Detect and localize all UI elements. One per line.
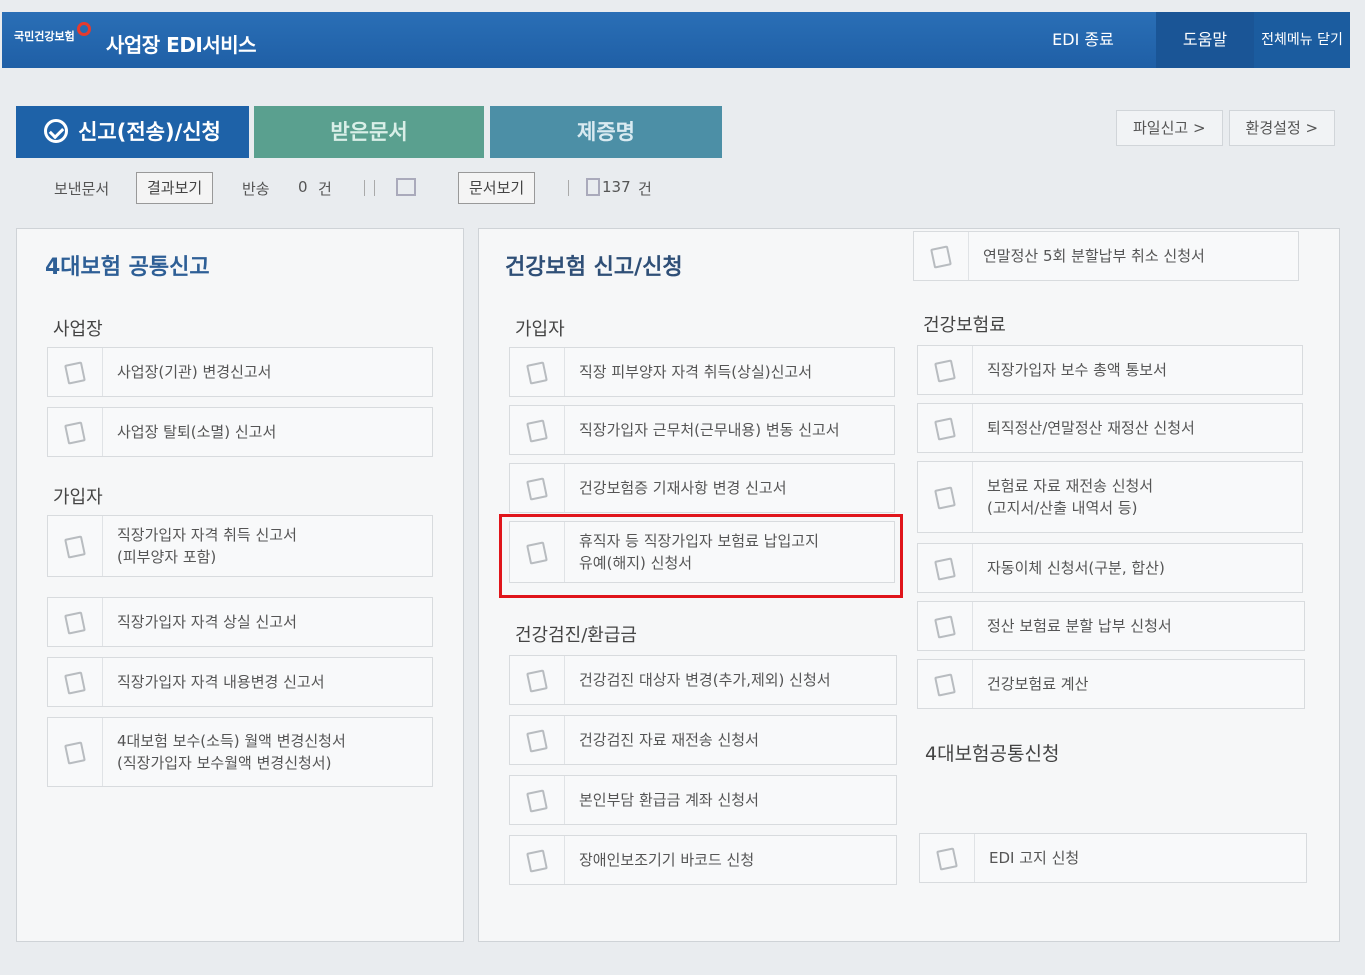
list-item[interactable]: 직장가입자 보수 총액 통보서 <box>917 345 1303 395</box>
logo-text: 국민건강보험 <box>14 30 75 43</box>
document-icon <box>510 464 565 512</box>
group-label-premium: 건강보험료 <box>923 315 1006 336</box>
list-item[interactable]: 건강검진 자료 재전송 신청서 <box>509 715 897 765</box>
document-icon <box>510 836 565 884</box>
document-icon <box>914 232 969 280</box>
document-icon <box>48 348 103 396</box>
document-icon <box>510 716 565 764</box>
list-item[interactable]: 사업장(기관) 변경신고서 <box>47 347 433 397</box>
doc-count: 137 <box>602 178 631 196</box>
list-item[interactable]: 자동이체 신청서(구분, 합산) <box>917 543 1303 593</box>
top-bar: 국민건강보험 사업장 EDI서비스 EDI 종료 도움말 전체메뉴 닫기 <box>2 12 1350 68</box>
common-report-panel: 4대보험 공통신고 사업장 사업장(기관) 변경신고서 사업장 탈퇴(소멸) 신… <box>16 228 464 942</box>
document-icon <box>48 408 103 456</box>
view-docs-button[interactable]: 문서보기 <box>458 172 536 204</box>
doc-unit: 건 <box>638 180 652 198</box>
group-label-common: 4대보험공통신청 <box>925 743 1060 765</box>
edi-exit-button[interactable]: EDI 종료 <box>1010 12 1156 68</box>
group-label-checkup: 건강검진/환급금 <box>515 625 637 646</box>
document-icon <box>918 404 973 452</box>
document-icon <box>920 834 975 882</box>
list-item[interactable]: 정산 보험료 분할 납부 신청서 <box>917 601 1305 651</box>
panel-title: 건강보험 신고/신청 <box>505 255 683 280</box>
list-item[interactable]: 사업장 탈퇴(소멸) 신고서 <box>47 407 433 457</box>
utility-links: 파일신고 > 환경설정 > <box>1110 110 1336 146</box>
group-label-workplace: 사업장 <box>53 319 103 340</box>
logo: 국민건강보험 <box>14 22 91 44</box>
tab-submit[interactable]: 신고(전송)/신청 <box>16 106 249 158</box>
document-icon <box>918 346 973 394</box>
document-icon <box>48 516 103 576</box>
document-icon <box>510 776 565 824</box>
highlight-box <box>499 514 903 598</box>
document-icon <box>510 406 565 454</box>
list-item[interactable]: 퇴직정산/연말정산 재정산 신청서 <box>917 403 1303 453</box>
returned-unit: 건 <box>318 180 332 198</box>
list-item[interactable]: 본인부담 환급금 계좌 신청서 <box>509 775 897 825</box>
divider <box>374 180 375 196</box>
tab-submit-label: 신고(전송)/신청 <box>78 120 221 144</box>
list-item[interactable]: 직장가입자 자격 내용변경 신고서 <box>47 657 433 707</box>
list-item[interactable]: 연말정산 5회 분할납부 취소 신청서 <box>913 231 1299 281</box>
document-icon <box>586 178 600 196</box>
document-icon <box>48 718 103 786</box>
group-label-subscriber: 가입자 <box>515 319 565 340</box>
tab-received[interactable]: 받은문서 <box>254 106 484 158</box>
view-results-button[interactable]: 결과보기 <box>136 172 214 204</box>
document-icon <box>48 598 103 646</box>
file-report-link[interactable]: 파일신고 > <box>1116 110 1223 146</box>
divider <box>364 180 365 196</box>
settings-link[interactable]: 환경설정 > <box>1228 110 1336 146</box>
sent-docs-label: 보낸문서 <box>54 180 110 198</box>
returned-count: 0 <box>298 178 308 196</box>
check-circle-icon <box>44 119 69 143</box>
list-item[interactable]: EDI 고지 신청 <box>919 833 1307 883</box>
document-icon <box>48 658 103 706</box>
list-item[interactable]: 직장가입자 근무처(근무내용) 변동 신고서 <box>509 405 895 455</box>
divider <box>568 180 569 196</box>
document-icon <box>510 656 565 704</box>
list-item[interactable]: 건강보험료 계산 <box>917 659 1305 709</box>
help-button[interactable]: 도움말 <box>1156 12 1254 68</box>
toolbar: 보낸문서 결과보기 반송 0 건 문서보기 137 건 <box>16 168 1346 208</box>
list-item[interactable]: 장애인보조기기 바코드 신청 <box>509 835 897 885</box>
returned-label: 반송 <box>242 180 270 198</box>
list-item[interactable]: 4대보험 보수(소득) 월액 변경신청서 (직장가입자 보수월액 변경신청서) <box>47 717 433 787</box>
list-item[interactable]: 직장가입자 자격 상실 신고서 <box>47 597 433 647</box>
tab-certificates[interactable]: 제증명 <box>490 106 722 158</box>
document-icon <box>918 462 973 532</box>
app-title: 사업장 EDI서비스 <box>106 33 257 57</box>
group-label-subscriber: 가입자 <box>53 487 103 508</box>
list-item[interactable]: 직장 피부양자 자격 취득(상실)신고서 <box>509 347 895 397</box>
list-item[interactable]: 건강보험증 기재사항 변경 신고서 <box>509 463 895 513</box>
document-icon <box>918 660 973 708</box>
list-item[interactable]: 건강검진 대상자 변경(추가,제외) 신청서 <box>509 655 897 705</box>
close-all-menus-button[interactable]: 전체메뉴 닫기 <box>1254 12 1350 68</box>
document-icon <box>918 544 973 592</box>
document-icon <box>510 348 565 396</box>
panel-title: 4대보험 공통신고 <box>45 255 210 280</box>
logo-mark-icon <box>76 22 91 36</box>
mail-icon[interactable] <box>396 178 416 196</box>
list-item[interactable]: 직장가입자 자격 취득 신고서 (피부양자 포함) <box>47 515 433 577</box>
document-icon <box>918 602 973 650</box>
list-item[interactable]: 보험료 자료 재전송 신청서 (고지서/산출 내역서 등) <box>917 461 1303 533</box>
